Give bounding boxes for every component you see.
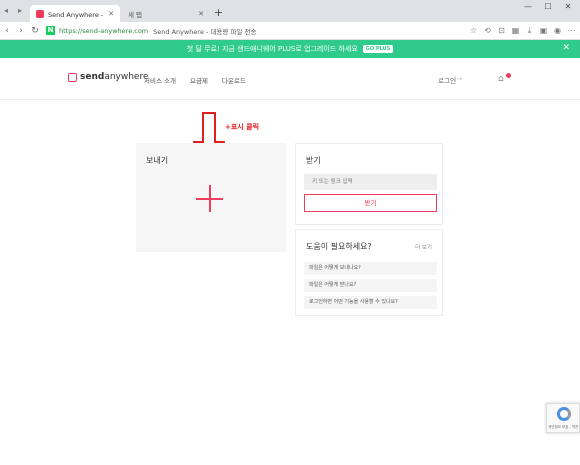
tab-title: Send Anywhere - 대용량 [48,10,105,19]
tab-back-icon[interactable]: ◂ [4,6,8,15]
receive-button[interactable]: 받기 [304,194,437,212]
recaptcha-icon [557,407,571,421]
receive-title: 받기 [306,156,321,165]
page-title-text: Send Anywhere - 대용량 파일 전송 [153,27,257,36]
logo-bold: send [80,72,105,82]
close-tab-icon[interactable]: ✕ [108,10,114,18]
close-window-button[interactable]: ✕ [560,2,576,11]
close-tab-icon[interactable]: ✕ [198,10,204,18]
forward-arrow-icon[interactable]: › [14,26,28,36]
send-title: 보내기 [146,156,169,165]
promo-banner[interactable]: 첫 달 무료! 지금 샌드애니웨어 PLUS로 업그레이드 하세요 GO PLU… [0,40,580,58]
logo-rest: anywhere [104,72,149,82]
go-plus-badge[interactable]: GO PLUS [362,45,394,53]
annotation-text: +표시 클릭 [225,123,260,131]
back-arrow-icon[interactable]: ‹ [0,26,14,36]
naver-logo-icon[interactable]: N [46,26,55,35]
help-item[interactable]: 로그인하면 어떤 기능을 사용할 수 있나요? [304,296,437,309]
minimize-button[interactable]: — [520,2,536,11]
main-nav: 서비스 소개 요금제 다운로드 [144,75,246,85]
sendanywhere-favicon-icon [36,9,44,18]
new-tab-button[interactable]: + [212,7,225,20]
help-more-link[interactable]: 더 보기 [415,243,432,251]
nav-item-download[interactable]: 다운로드 [222,75,246,85]
browser-tab-inactive[interactable]: 새 탭 ✕ [122,5,210,22]
tab-forward-icon[interactable]: ▸ [18,6,22,15]
help-panel: 도움이 필요하세요? 더 보기 파일은 어떻게 보내나요? 파일은 어떻게 받나… [295,229,443,316]
key-input[interactable] [304,174,437,190]
logo-mark-icon [68,72,77,82]
close-promo-icon[interactable]: ✕ [562,43,570,53]
nav-item-pricing[interactable]: 요금제 [190,75,208,85]
menu-icon[interactable]: ⋯ [567,26,576,36]
add-file-plus-icon-vertical[interactable] [209,185,211,212]
recaptcha-text: 개인정보 보호 - 약관 [548,425,579,429]
site-header: sendanywhere 서비스 소개 요금제 다운로드 로그인 |→ [0,58,580,100]
translate-icon[interactable]: ⟲ [483,26,492,36]
reload-icon[interactable]: ↻ [28,26,42,36]
sendanywhere-logo[interactable]: sendanywhere [68,72,149,82]
address-bar-icons: ☆ ⟲ ⊡ ▦ ⤓ ▣ ◉ ⋯ [469,26,576,36]
promo-text: 첫 달 무료! 지금 샌드애니웨어 PLUS로 업그레이드 하세요 [186,45,358,53]
login-divider-icon: |→ [454,75,462,83]
help-item[interactable]: 파일은 어떻게 받나요? [304,279,437,292]
maximize-button[interactable]: ☐ [540,2,556,11]
capture-icon[interactable]: ⊡ [497,26,506,36]
extension-icon[interactable]: ▦ [511,26,520,36]
address-bar-row: ‹ › ↻ N https://send-anywhere.com Send A… [0,22,580,40]
bookmark-icon[interactable]: ☆ [469,26,478,36]
tab-title: 새 탭 [128,10,143,19]
recaptcha-badge[interactable]: 개인정보 보호 - 약관 [546,403,580,433]
help-item[interactable]: 파일은 어떻게 보내나요? [304,262,437,275]
browser-tab-active[interactable]: Send Anywhere - 대용량 ✕ [30,5,120,22]
url-text[interactable]: https://send-anywhere.com [59,27,148,35]
browser-tabstrip: ◂ ▸ Send Anywhere - 대용량 ✕ 새 탭 ✕ + — ☐ ✕ [0,0,580,22]
notification-badge [506,73,511,78]
profile-icon[interactable]: ◉ [553,26,562,36]
login-link[interactable]: 로그인 [438,75,456,85]
nav-item-service[interactable]: 서비스 소개 [144,75,176,85]
notification-icon[interactable]: ⌂ [498,74,504,84]
download-icon[interactable]: ⤓ [525,26,534,36]
help-title: 도움이 필요하세요? [306,242,372,251]
collections-icon[interactable]: ▣ [539,26,548,36]
receive-panel: 받기 받기 [295,143,443,225]
send-panel[interactable]: 보내기 [136,143,286,252]
